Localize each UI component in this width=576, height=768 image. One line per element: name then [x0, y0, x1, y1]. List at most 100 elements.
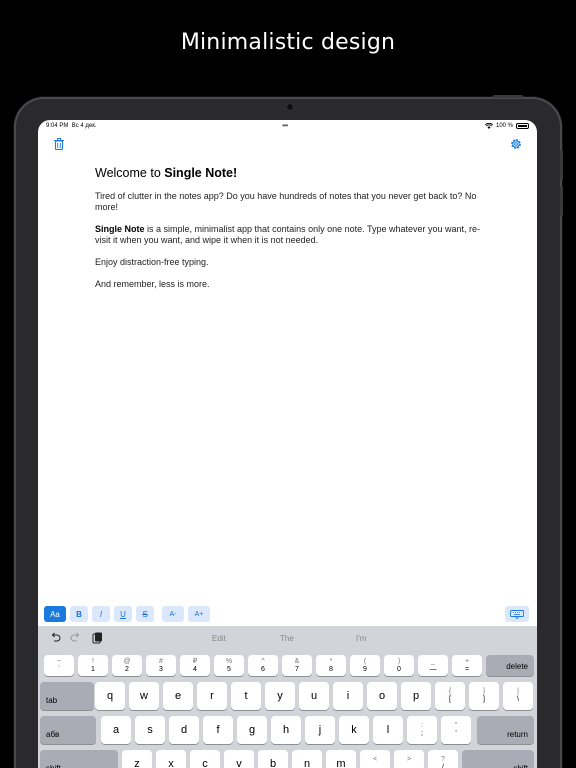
key-u[interactable]: u: [299, 682, 329, 710]
key-top-symbol: ?: [441, 756, 445, 763]
suggestion-3[interactable]: I'm: [356, 634, 366, 643]
key-t[interactable]: t: [231, 682, 261, 710]
wifi-icon: [484, 123, 493, 129]
shift-left-key[interactable]: shift: [40, 750, 118, 768]
key-num-1[interactable]: ! 1: [78, 655, 108, 676]
key-num-6[interactable]: ^ 6: [248, 655, 278, 676]
key-top-symbol: :: [421, 722, 423, 729]
tab-key[interactable]: tab: [40, 682, 94, 710]
key-num-7[interactable]: & 7: [282, 655, 312, 676]
key-num-0[interactable]: ~ `: [44, 655, 74, 676]
suggestion-2[interactable]: The: [280, 634, 294, 643]
key-bottom-symbol: 2: [125, 665, 129, 673]
key-m[interactable]: m: [326, 750, 356, 768]
key-top-symbol: *: [329, 657, 333, 665]
redo-icon[interactable]: [70, 632, 81, 643]
key-n[interactable]: n: [292, 750, 322, 768]
key-symbol-r1-2[interactable]: | \: [503, 682, 533, 710]
shift-right-key[interactable]: shift: [462, 750, 534, 768]
key-num-10[interactable]: ) 0: [384, 655, 414, 676]
key-z[interactable]: z: [122, 750, 152, 768]
return-key[interactable]: return: [477, 716, 534, 744]
key-d[interactable]: d: [169, 716, 199, 744]
language-key[interactable]: абв: [40, 716, 96, 744]
key-bottom-symbol: —: [429, 665, 437, 673]
key-bottom-symbol: \: [517, 696, 519, 703]
key-num-4[interactable]: ₽4: [180, 655, 210, 676]
key-num-8[interactable]: * 8: [316, 655, 346, 676]
trash-icon[interactable]: [52, 137, 66, 151]
underline-button[interactable]: U: [114, 606, 132, 622]
key-top-symbol: !: [92, 657, 94, 665]
key-s[interactable]: s: [135, 716, 165, 744]
top-button: [493, 95, 523, 98]
key-num-5[interactable]: % 5: [214, 655, 244, 676]
key-top-symbol: &: [294, 657, 300, 665]
key-q[interactable]: q: [95, 682, 125, 710]
bold-button[interactable]: B: [70, 606, 88, 622]
note-title: Welcome to Single Note!: [95, 166, 238, 180]
key-e[interactable]: e: [163, 682, 193, 710]
key-o[interactable]: o: [367, 682, 397, 710]
key-num-2[interactable]: @2: [112, 655, 142, 676]
decrease-font-button[interactable]: A-: [162, 606, 184, 622]
key-symbol-r2-1[interactable]: " ': [441, 716, 471, 744]
paste-icon[interactable]: [92, 632, 103, 644]
status-time: 9:04 PM Вс 4 дек.: [46, 123, 97, 129]
key-num-11[interactable]: _ —: [418, 655, 448, 676]
key-i[interactable]: i: [333, 682, 363, 710]
undo-icon[interactable]: [50, 632, 61, 643]
key-c[interactable]: c: [190, 750, 220, 768]
key-b[interactable]: b: [258, 750, 288, 768]
hide-keyboard-button[interactable]: [505, 606, 529, 622]
key-num-9[interactable]: (9: [350, 655, 380, 676]
keyboard-shortcut-bar: Edit The I'm: [38, 626, 537, 650]
key-top-symbol: (: [363, 657, 367, 665]
key-symbol-r3-1[interactable]: >.: [394, 750, 424, 768]
key-h[interactable]: h: [271, 716, 301, 744]
key-symbol-r3-2[interactable]: ? /: [428, 750, 458, 768]
key-v[interactable]: v: [224, 750, 254, 768]
key-bottom-symbol: `: [57, 665, 61, 673]
promo-headline: Minimalistic design: [180, 30, 396, 55]
key-symbol-r1-0[interactable]: {[: [435, 682, 465, 710]
key-r[interactable]: r: [197, 682, 227, 710]
key-num-12[interactable]: + =: [452, 655, 482, 676]
key-p[interactable]: p: [401, 682, 431, 710]
key-bottom-symbol: 4: [193, 665, 197, 673]
key-bottom-symbol: 1: [91, 665, 95, 673]
key-bottom-symbol: [: [449, 696, 451, 703]
multitasking-dots[interactable]: •••: [282, 121, 288, 130]
key-bottom-symbol: 3: [159, 665, 163, 673]
key-f[interactable]: f: [203, 716, 233, 744]
key-x[interactable]: x: [156, 750, 186, 768]
key-symbol-r2-0[interactable]: :;: [407, 716, 437, 744]
key-symbol-r1-1[interactable]: }]: [469, 682, 499, 710]
strikethrough-button[interactable]: S: [136, 606, 154, 622]
delete-key[interactable]: delete: [486, 655, 534, 676]
front-camera: [287, 104, 293, 110]
key-top-symbol: {: [448, 688, 452, 695]
italic-button[interactable]: I: [92, 606, 110, 622]
note-paragraph-1: Tired of clutter in the notes app? Do yo…: [95, 191, 477, 212]
key-a[interactable]: a: [101, 716, 131, 744]
key-bottom-symbol: /: [442, 764, 444, 768]
key-top-symbol: }: [482, 688, 486, 695]
key-w[interactable]: w: [129, 682, 159, 710]
key-g[interactable]: g: [237, 716, 267, 744]
key-top-symbol: ₽: [192, 657, 198, 665]
key-y[interactable]: y: [265, 682, 295, 710]
note-editor[interactable]: Welcome to Single Note! Tired of clutter…: [95, 165, 485, 301]
key-bottom-symbol: 8: [329, 665, 333, 673]
key-symbol-r3-0[interactable]: <,: [360, 750, 390, 768]
increase-font-button[interactable]: A+: [188, 606, 210, 622]
suggestion-1[interactable]: Edit: [212, 634, 226, 643]
key-num-3[interactable]: #3: [146, 655, 176, 676]
key-j[interactable]: j: [305, 716, 335, 744]
font-style-button[interactable]: Aa: [44, 606, 66, 622]
key-l[interactable]: l: [373, 716, 403, 744]
key-top-symbol: |: [517, 688, 519, 695]
key-k[interactable]: k: [339, 716, 369, 744]
gear-icon[interactable]: [509, 137, 523, 151]
key-top-symbol: +: [464, 657, 470, 665]
